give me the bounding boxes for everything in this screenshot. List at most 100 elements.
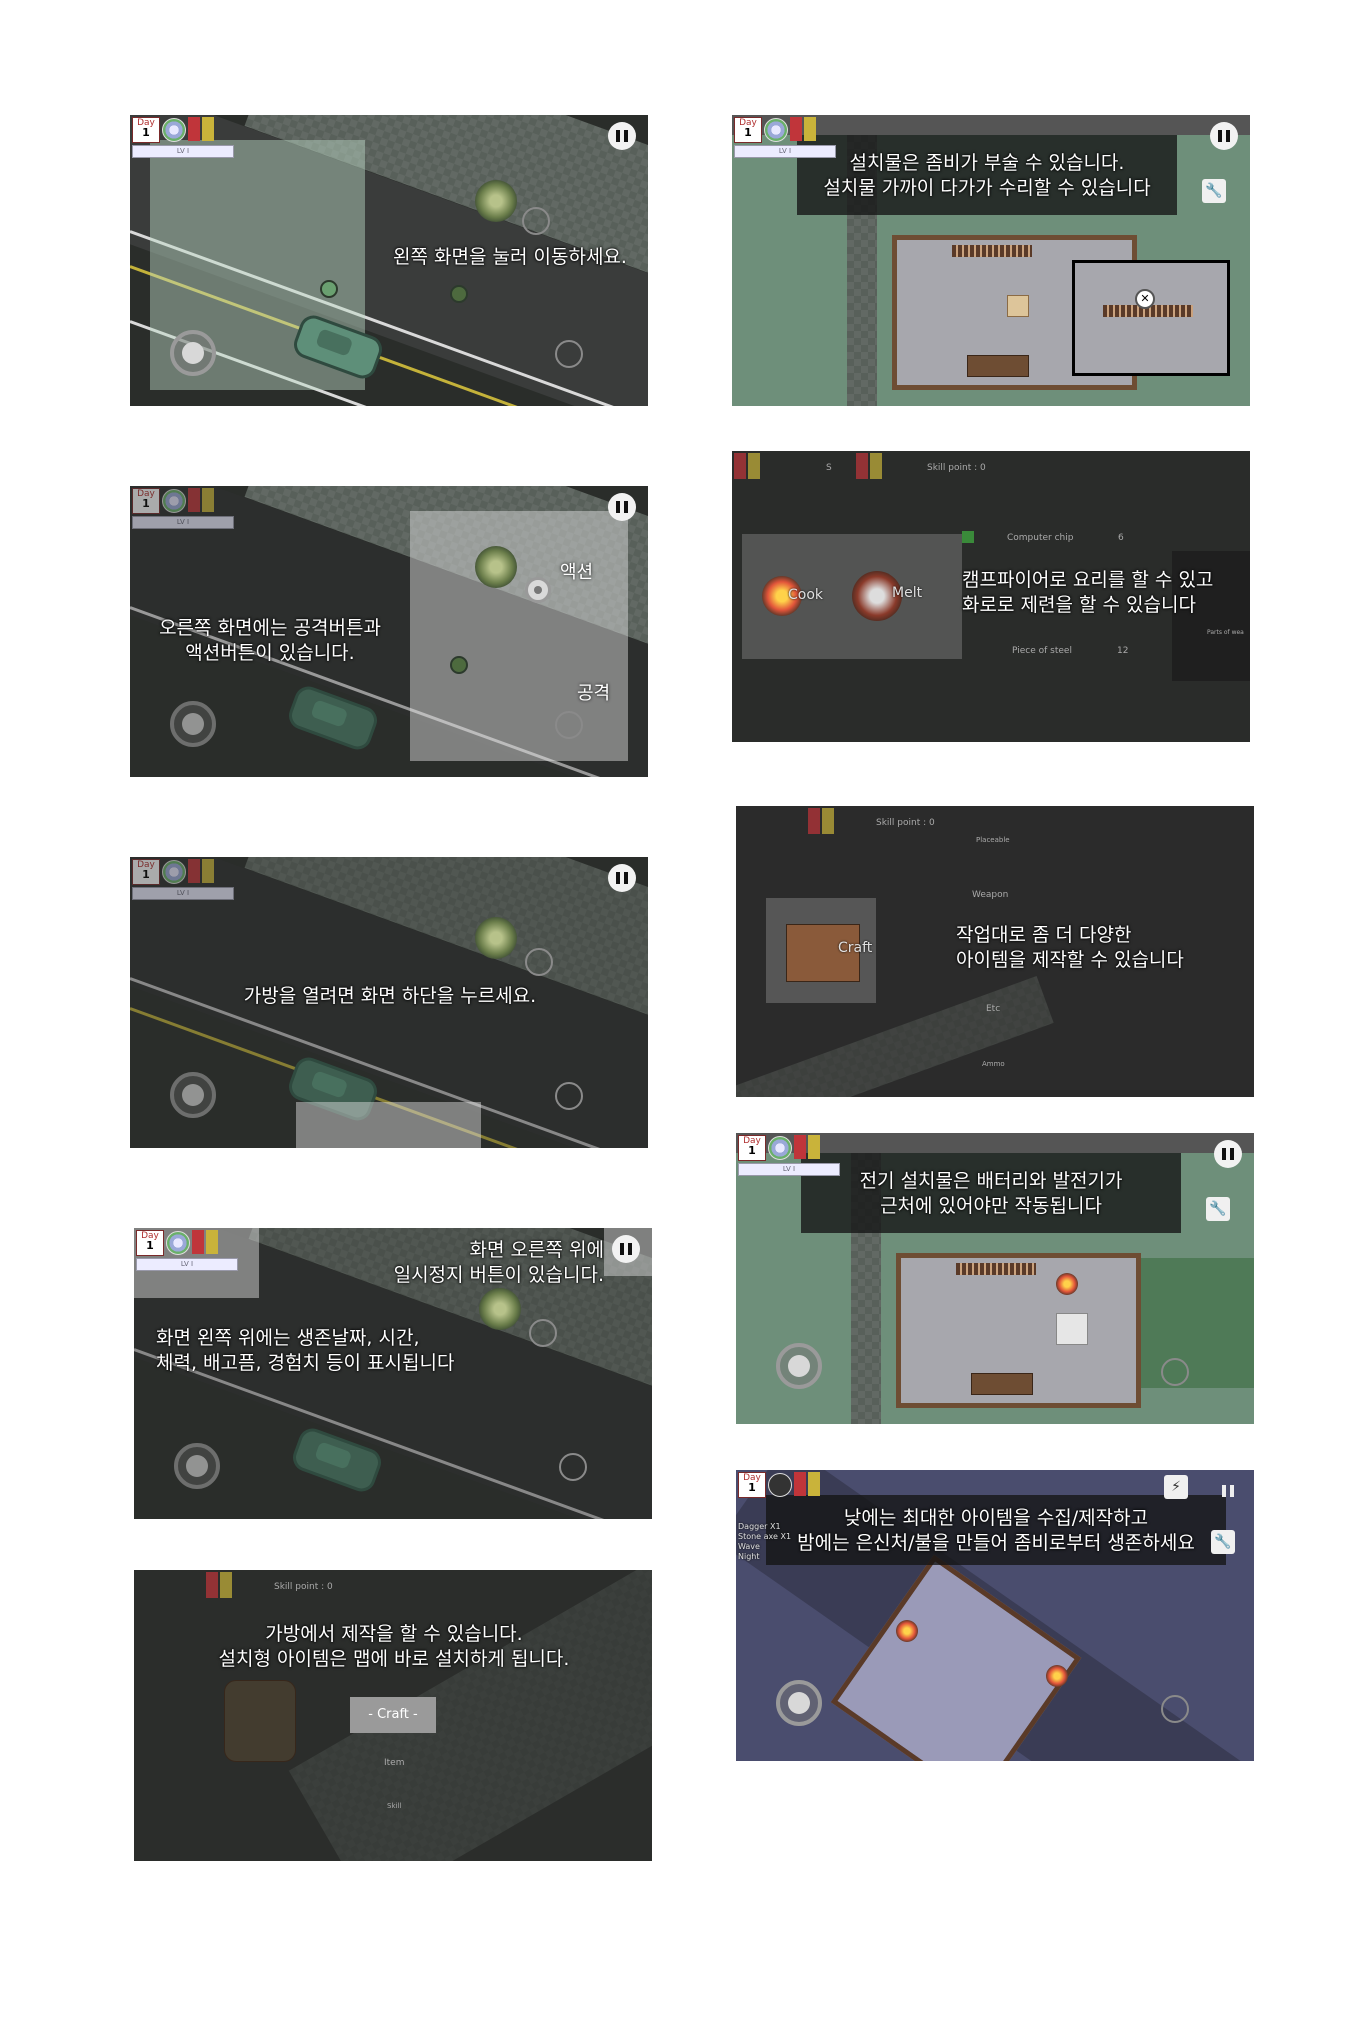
move-joystick[interactable] bbox=[170, 701, 216, 747]
hunger-icon bbox=[870, 453, 882, 479]
health-icon bbox=[206, 1572, 218, 1598]
tutorial-caption: 캠프파이어로 요리를 할 수 있고 화로로 제련을 할 수 있습니다 bbox=[962, 569, 1214, 616]
skill-point-label: Skill point : 0 bbox=[927, 463, 986, 473]
workbench bbox=[967, 355, 1029, 377]
move-joystick[interactable] bbox=[170, 330, 216, 376]
etc-tab[interactable]: Etc bbox=[986, 1004, 1000, 1014]
pause-button[interactable] bbox=[608, 493, 636, 521]
health-icon bbox=[856, 453, 868, 479]
close-icon: ✕ bbox=[1135, 289, 1155, 309]
hunger-icon bbox=[202, 488, 214, 512]
item-tab[interactable]: Item bbox=[384, 1758, 405, 1768]
pause-button[interactable] bbox=[1214, 1140, 1242, 1168]
tutorial-panel-cook: S Skill point : 0 Cook Melt Computer chi… bbox=[732, 451, 1250, 742]
hunger-icon bbox=[202, 117, 214, 141]
move-joystick[interactable] bbox=[170, 1072, 216, 1118]
generator-icon: ⚡ bbox=[1164, 1475, 1188, 1499]
cook-button[interactable]: Cook bbox=[788, 587, 823, 603]
melt-button[interactable]: Melt bbox=[892, 585, 922, 601]
steel-qty: 12 bbox=[1117, 646, 1129, 656]
day-counter: Day 1 bbox=[132, 859, 160, 885]
action-zone-highlight[interactable] bbox=[410, 511, 628, 761]
bush bbox=[475, 917, 517, 959]
health-icon bbox=[188, 117, 200, 141]
computer-chip-label: Computer chip bbox=[1007, 533, 1074, 543]
xp-bar: LV I bbox=[738, 1163, 840, 1176]
skill-tab[interactable]: Skill bbox=[387, 1802, 401, 1810]
sidewalk bbox=[288, 1570, 652, 1861]
clock-icon bbox=[166, 1231, 190, 1255]
day-value: 1 bbox=[142, 497, 150, 510]
roof bbox=[1141, 1258, 1254, 1388]
placeable-tab[interactable]: Placeable bbox=[976, 836, 1010, 844]
hunger-icon bbox=[202, 859, 214, 883]
xp-bar: LV I bbox=[734, 145, 836, 158]
status-hud: Day 1 LV I bbox=[130, 486, 240, 536]
day-counter: Day 1 bbox=[738, 1472, 766, 1498]
s-label: S bbox=[826, 463, 832, 473]
skill-point-label: Skill point : 0 bbox=[876, 818, 935, 828]
table bbox=[1007, 295, 1029, 317]
health-icon bbox=[188, 488, 200, 512]
campfire-icon bbox=[1046, 1665, 1068, 1687]
pause-button[interactable] bbox=[608, 864, 636, 892]
action-button[interactable] bbox=[525, 948, 553, 976]
attack-button[interactable] bbox=[555, 711, 583, 739]
move-joystick[interactable] bbox=[776, 1343, 822, 1389]
pause-button[interactable] bbox=[1210, 122, 1238, 150]
move-joystick[interactable] bbox=[174, 1443, 220, 1489]
attack-button[interactable] bbox=[559, 1453, 587, 1481]
day-value: 1 bbox=[744, 126, 752, 139]
inventory-list: Dagger X1 Stone axe X1 Wave Night bbox=[738, 1522, 792, 1561]
attack-button[interactable] bbox=[555, 340, 583, 368]
pause-button[interactable] bbox=[1214, 1477, 1242, 1505]
backpack-icon bbox=[224, 1680, 296, 1762]
hunger-icon bbox=[748, 453, 760, 479]
bush bbox=[475, 546, 517, 588]
status-hud: Day 1 LV I bbox=[130, 115, 240, 165]
pause-button[interactable] bbox=[608, 122, 636, 150]
repair-icon[interactable]: 🔧 bbox=[1211, 1530, 1235, 1554]
craft-station-label[interactable]: Craft bbox=[838, 940, 872, 956]
attack-button[interactable] bbox=[555, 1082, 583, 1110]
computer-chip-qty: 6 bbox=[1118, 533, 1124, 543]
day-counter: Day 1 bbox=[132, 117, 160, 143]
tutorial-panel-hud: Day 1 LV I 화면 오른쪽 위에 일시정지 버튼이 있습니다. 화면 왼쪽… bbox=[134, 1228, 652, 1519]
fence bbox=[952, 245, 1032, 257]
hunger-icon bbox=[206, 1230, 218, 1254]
action-button[interactable] bbox=[522, 207, 550, 235]
bush bbox=[475, 180, 517, 222]
health-icon bbox=[808, 808, 820, 834]
tutorial-caption: 전기 설치물은 배터리와 발전기가 근처에 있어야만 작동됩니다 bbox=[859, 1170, 1123, 1217]
tutorial-caption: 작업대로 좀 더 다양한 아이템을 제작할 수 있습니다 bbox=[956, 924, 1184, 971]
tutorial-panel-move: Day 1 LV I 왼쪽 화면을 눌러 이동하세요. bbox=[130, 115, 648, 406]
move-joystick[interactable] bbox=[776, 1680, 822, 1726]
health-icon bbox=[734, 453, 746, 479]
action-button[interactable] bbox=[525, 577, 551, 603]
weapon-tab[interactable]: Weapon bbox=[972, 890, 1008, 900]
status-hud: Day 1 LV I bbox=[134, 1228, 244, 1278]
day-value: 1 bbox=[146, 1239, 154, 1252]
status-hud: Day 1 bbox=[736, 1470, 846, 1520]
action-button[interactable] bbox=[529, 1319, 557, 1347]
repair-icon[interactable]: 🔧 bbox=[1202, 179, 1226, 203]
day-counter: Day 1 bbox=[136, 1230, 164, 1256]
clock-icon bbox=[764, 118, 788, 142]
repair-icon[interactable]: 🔧 bbox=[1206, 1197, 1230, 1221]
status-hud: Day 1 LV I bbox=[732, 115, 842, 165]
attack-button[interactable] bbox=[1161, 1358, 1189, 1386]
hunger-icon bbox=[808, 1472, 820, 1496]
pause-button[interactable] bbox=[612, 1235, 640, 1263]
day-counter: Day 1 bbox=[132, 488, 160, 514]
health-icon bbox=[790, 117, 802, 141]
ammo-tab[interactable]: Ammo bbox=[982, 1060, 1005, 1068]
campfire-icon bbox=[896, 1620, 918, 1642]
bag-zone-highlight[interactable] bbox=[296, 1102, 481, 1148]
day-value: 1 bbox=[142, 126, 150, 139]
zoom-inset: ✕ bbox=[1072, 260, 1230, 376]
craft-button[interactable]: - Craft - bbox=[350, 1697, 436, 1733]
tutorial-caption: 가방을 열려면 화면 하단을 누르세요. bbox=[243, 985, 537, 1007]
attack-button[interactable] bbox=[1161, 1695, 1189, 1723]
tutorial-caption-hud: 화면 왼쪽 위에는 생존날짜, 시간, 체력, 배고픔, 경험치 등이 표시됩니… bbox=[156, 1327, 455, 1374]
status-hud: Day 1 LV I bbox=[130, 857, 240, 907]
